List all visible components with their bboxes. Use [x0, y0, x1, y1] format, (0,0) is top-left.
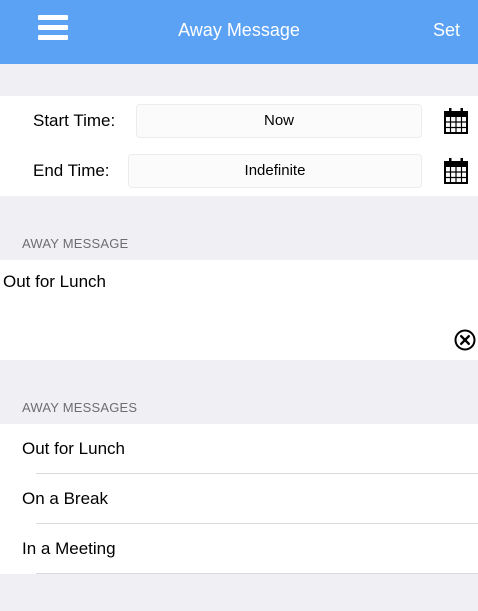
calendar-icon[interactable]	[444, 108, 468, 134]
page-title: Away Message	[178, 20, 300, 40]
away-messages-section-header: AWAY MESSAGES	[0, 360, 478, 424]
start-time-field[interactable]: Now	[136, 104, 422, 138]
away-message-text: Out for Lunch	[3, 272, 107, 291]
list-item-label: On a Break	[22, 489, 108, 508]
spacer	[0, 574, 478, 611]
list-item[interactable]: On a Break	[0, 474, 478, 524]
calendar-icon[interactable]	[444, 158, 468, 184]
spacer	[0, 64, 478, 96]
away-messages-list: Out for Lunch On a Break In a Meeting	[0, 424, 478, 574]
list-item[interactable]: Out for Lunch	[0, 424, 478, 474]
start-time-row: Start Time: Now	[0, 96, 478, 146]
time-settings: Start Time: Now End Time: Indefinite	[0, 96, 478, 196]
end-time-label: End Time:	[33, 161, 110, 180]
section-label-away-message: AWAY MESSAGE	[22, 236, 129, 251]
start-time-label: Start Time:	[33, 111, 116, 130]
navigation-bar: Away Message Set	[0, 0, 478, 64]
list-item-label: Out for Lunch	[22, 439, 126, 458]
end-time-field[interactable]: Indefinite	[128, 154, 422, 188]
away-message-textarea[interactable]: Out for Lunch	[0, 260, 478, 360]
section-label-away-messages: AWAY MESSAGES	[22, 400, 138, 415]
end-time-row: End Time: Indefinite	[0, 146, 478, 196]
list-item[interactable]: In a Meeting	[0, 524, 478, 574]
list-item-label: In a Meeting	[22, 539, 116, 558]
away-message-section-header: AWAY MESSAGE	[0, 196, 478, 260]
set-button[interactable]: Set	[433, 20, 460, 41]
clear-circle-x-icon[interactable]	[454, 329, 476, 351]
